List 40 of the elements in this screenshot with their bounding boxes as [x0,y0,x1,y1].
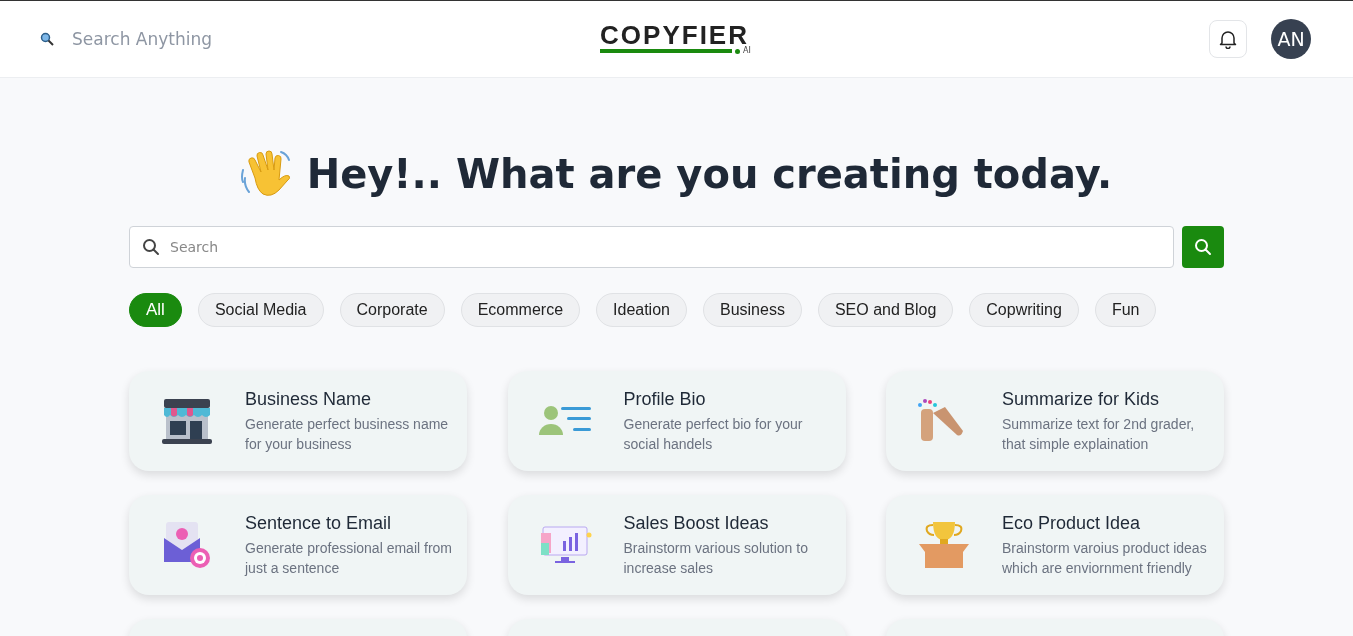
tool-card[interactable]: Eco Product Idea Brainstorm varoius product ideas which are enviornment friendly [886,495,1224,595]
store-icon [160,397,214,445]
tool-title: Business Name [245,388,373,410]
tool-card[interactable]: Profile Bio Generate perfect bio for your social handels [507,371,846,471]
search-field[interactable]: Search [129,226,1174,268]
tool-title: Sentence to Email [245,512,393,534]
tool-title: Eco Product Idea [1002,512,1142,534]
tool-title: Sales Boost Ideas [623,512,770,534]
page-heading: Hey!.. What are you creating today. [306,151,1113,197]
user-avatar[interactable]: AN [1271,19,1311,59]
category-chip[interactable]: Copwriting [969,293,1079,327]
tool-card[interactable]: Summarize for Kids Summarize text for 2nd grader, that simple explaination [886,371,1224,471]
tool-description: Generate perfect business name for your business [245,414,450,454]
tool-title: Summarize for Kids [1002,388,1161,410]
search-field[interactable]: Search Anything [70,28,314,50]
category-chip[interactable]: SEO and Blog [817,293,954,327]
category-chip[interactable]: All [129,293,182,327]
search-button[interactable] [1182,226,1224,268]
tool-description: Generate professional email from just a sentence [245,538,453,578]
category-chip[interactable]: Business [702,293,802,327]
tool-description: Brainstorm various solution to increase sales [623,538,809,578]
tool-card[interactable]: Business Name Generate perfect business name for your business [129,371,467,471]
tool-description: Summarize text for 2nd grader, that simple explaination [1002,414,1196,454]
search-icon [1194,238,1212,256]
search-icon [40,32,54,46]
notification-button[interactable] [1209,20,1247,58]
tool-card[interactable]: Sales Boost Ideas Brainstorm various solution to increase sales [507,495,846,595]
tool-title: Profile Bio [623,388,707,410]
tool-description: Generate perfect bio for your social handels [623,414,804,454]
category-chip[interactable]: Social Media [197,293,324,327]
category-chip[interactable]: Fun [1094,293,1157,327]
tool-card[interactable]: Sentence to Email Generate professional email from just a sentence [129,495,467,595]
trophy-box-icon [917,520,971,570]
profile-icon [538,405,593,437]
category-chip[interactable]: Corporate [339,293,445,327]
tool-description: Brainstorm varoius product ideas which are enviornment friendly [1002,538,1208,578]
chart-monitor-icon [538,525,593,565]
category-chip[interactable]: Ecommerce [460,293,581,327]
notification-icon [1219,29,1237,49]
category-chip[interactable]: Ideation [596,293,687,327]
